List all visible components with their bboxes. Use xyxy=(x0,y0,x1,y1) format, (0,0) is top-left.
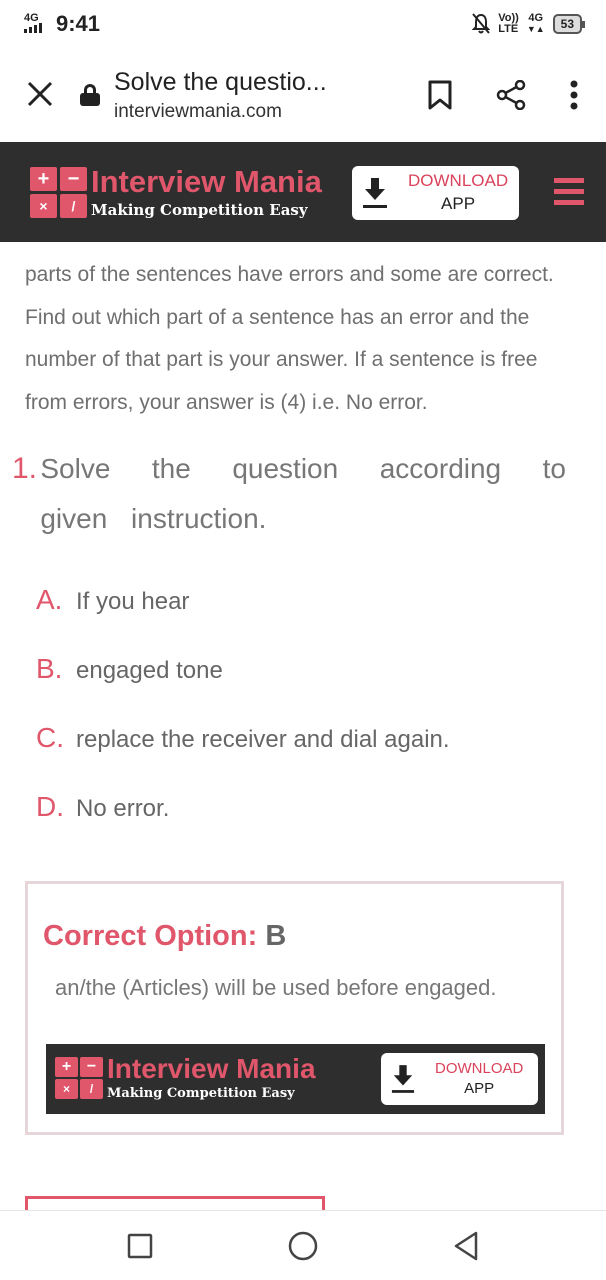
lock-icon xyxy=(80,84,100,106)
app-banner[interactable]: + − × / Interview Mania Making Competiti… xyxy=(46,1044,545,1114)
answer-explanation: an/the (Articles) will be used before en… xyxy=(55,975,497,1000)
times-icon: × xyxy=(30,194,57,218)
plus-icon: + xyxy=(30,167,57,191)
plus-icon: + xyxy=(55,1057,78,1077)
option-letter: C. xyxy=(36,722,64,753)
divide-icon: / xyxy=(80,1079,103,1099)
divide-icon: / xyxy=(60,194,87,218)
nav-recents-icon[interactable] xyxy=(127,1233,153,1259)
question-text: Solve the question according to given in… xyxy=(40,453,566,534)
option-d[interactable]: D. No error. xyxy=(36,791,606,860)
question: 1. Solve the question according to given… xyxy=(0,444,606,544)
banner-logo: + − × / Interview Mania Making Competiti… xyxy=(55,1055,316,1101)
download-icon xyxy=(363,178,387,208)
instruction-text: parts of the sentences have errors and s… xyxy=(25,263,554,414)
question-number: 1. xyxy=(12,452,38,485)
minus-icon: − xyxy=(60,167,87,191)
bookmark-icon[interactable] xyxy=(428,80,452,110)
option-letter: D. xyxy=(36,791,64,822)
share-icon[interactable] xyxy=(496,80,526,110)
system-nav-bar xyxy=(0,1210,606,1280)
status-bar: 4G 9:41 Vo)) LTE 4G ▼▲ 53 xyxy=(0,0,606,48)
option-text: If you hear xyxy=(76,588,190,615)
option-a[interactable]: A. If you hear xyxy=(36,584,606,653)
logo-name: Interview Mania xyxy=(91,164,322,199)
more-vert-icon[interactable] xyxy=(570,80,578,110)
banner-logo-name: Interview Mania xyxy=(107,1053,316,1084)
options-list: A. If you hear B. engaged tone C. replac… xyxy=(0,584,606,860)
page-title: Solve the questio... xyxy=(114,67,327,96)
download-label-line1: DOWNLOAD xyxy=(408,171,509,191)
data-activity-icon: ▼▲ xyxy=(526,24,545,34)
battery-icon: 53 xyxy=(552,14,586,34)
site-header: + − × / Interview Mania Making Competiti… xyxy=(0,142,606,242)
answer-box: Correct Option: B an/the (Articles) will… xyxy=(25,881,564,1135)
option-letter: B. xyxy=(36,653,63,684)
correct-option-value: B xyxy=(265,920,287,952)
close-icon[interactable] xyxy=(0,76,80,114)
times-icon: × xyxy=(55,1079,78,1099)
main-content: parts of the sentences have errors and s… xyxy=(0,242,606,860)
option-b[interactable]: B. engaged tone xyxy=(36,653,606,722)
nav-home-icon[interactable] xyxy=(288,1231,318,1261)
logo-tagline: Making Competition Easy xyxy=(91,201,308,219)
option-text: No error. xyxy=(76,795,170,822)
browser-toolbar: Solve the questio... interviewmania.com xyxy=(0,48,606,142)
battery-level: 53 xyxy=(560,17,574,31)
download-label-line2: APP xyxy=(464,1080,495,1097)
correct-option-caption: Correct Option: xyxy=(43,920,258,952)
site-logo[interactable]: + − × / Interview Mania Making Competiti… xyxy=(30,166,322,219)
correct-option-label: Correct Option: B xyxy=(43,920,286,953)
minus-icon: − xyxy=(80,1057,103,1077)
mute-notification-icon xyxy=(472,13,491,34)
option-text: replace the receiver and dial again. xyxy=(76,726,450,753)
download-label-line2: APP xyxy=(441,194,476,213)
banner-logo-tagline: Making Competition Easy xyxy=(107,1086,295,1101)
nav-back-icon[interactable] xyxy=(453,1231,479,1261)
download-icon xyxy=(391,1065,415,1093)
option-c[interactable]: C. replace the receiver and dial again. xyxy=(36,722,606,791)
download-app-button[interactable]: DOWNLOAD APP xyxy=(352,166,519,220)
banner-download-button[interactable]: DOWNLOAD APP xyxy=(381,1053,538,1105)
option-text: engaged tone xyxy=(76,657,223,684)
option-letter: A. xyxy=(36,584,63,615)
clock: 9:41 xyxy=(56,11,101,36)
network-right-label: 4G xyxy=(528,12,544,24)
lte-label: LTE xyxy=(498,23,519,35)
signal-icon: 4G xyxy=(24,13,46,35)
page-host: interviewmania.com xyxy=(114,100,282,122)
download-label-line1: DOWNLOAD xyxy=(435,1059,524,1077)
url-area[interactable]: Solve the questio... interviewmania.com xyxy=(114,68,428,123)
hamburger-menu-icon[interactable] xyxy=(554,178,584,205)
